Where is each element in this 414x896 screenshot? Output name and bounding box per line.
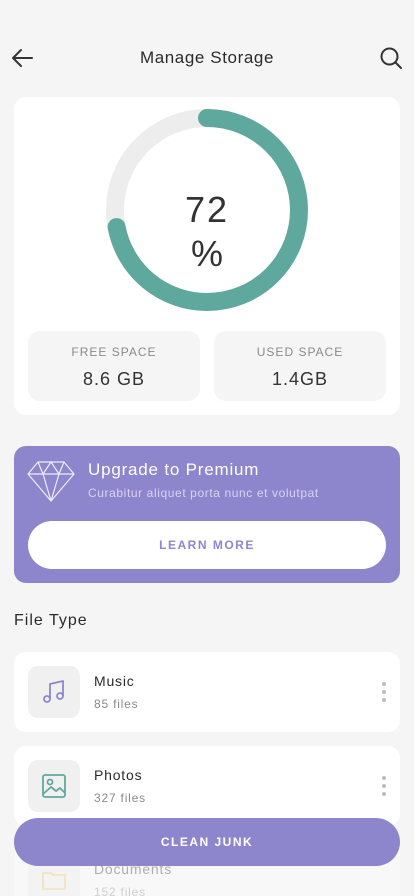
image-icon xyxy=(42,774,66,798)
used-percent-value: 72 xyxy=(184,189,230,230)
used-space-label: USED SPACE xyxy=(256,345,344,359)
file-type-count: 327 files xyxy=(94,791,146,805)
more-vertical-icon[interactable] xyxy=(378,680,390,704)
free-space-label: FREE SPACE xyxy=(71,345,157,359)
learn-more-button[interactable]: LEARN MORE xyxy=(28,521,386,569)
folder-icon xyxy=(42,872,66,890)
file-type-item-photos[interactable]: Photos 327 files xyxy=(14,746,400,826)
premium-banner: Upgrade to Premium Curabitur aliquet por… xyxy=(14,446,400,583)
file-type-count: 85 files xyxy=(94,697,139,711)
used-space-box: USED SPACE 1.4GB xyxy=(214,331,386,401)
premium-subtitle: Curabitur aliquet porta nunc et volutpat xyxy=(88,486,319,500)
search-icon[interactable] xyxy=(378,45,404,71)
storage-donut-chart: 72 % xyxy=(106,109,308,311)
premium-title: Upgrade to Premium xyxy=(88,460,260,479)
free-space-value: 8.6 GB xyxy=(82,369,146,389)
icon-box xyxy=(28,666,80,718)
file-type-name: Photos xyxy=(94,767,143,783)
page-title: Manage Storage xyxy=(139,48,275,67)
file-type-count: 152 files xyxy=(94,885,146,896)
manage-storage-screen: Manage Storage 72 % FREE SPACE 8.6 GB US… xyxy=(0,0,414,896)
used-percent-symbol: % xyxy=(190,233,223,274)
more-vertical-icon[interactable] xyxy=(378,774,390,798)
clean-junk-button[interactable]: CLEAN JUNK xyxy=(14,818,400,866)
icon-box xyxy=(28,760,80,812)
file-type-item-music[interactable]: Music 85 files xyxy=(14,652,400,732)
storage-card: 72 % FREE SPACE 8.6 GB USED SPACE 1.4GB xyxy=(14,97,400,415)
music-note-icon xyxy=(43,680,64,703)
used-space-value: 1.4GB xyxy=(271,369,329,389)
arrow-left-icon[interactable] xyxy=(10,46,36,70)
file-type-heading: File Type xyxy=(14,612,88,629)
header: Manage Storage xyxy=(0,34,414,82)
file-type-name: Music xyxy=(94,673,135,689)
free-space-box: FREE SPACE 8.6 GB xyxy=(28,331,200,401)
diamond-icon xyxy=(27,461,75,502)
